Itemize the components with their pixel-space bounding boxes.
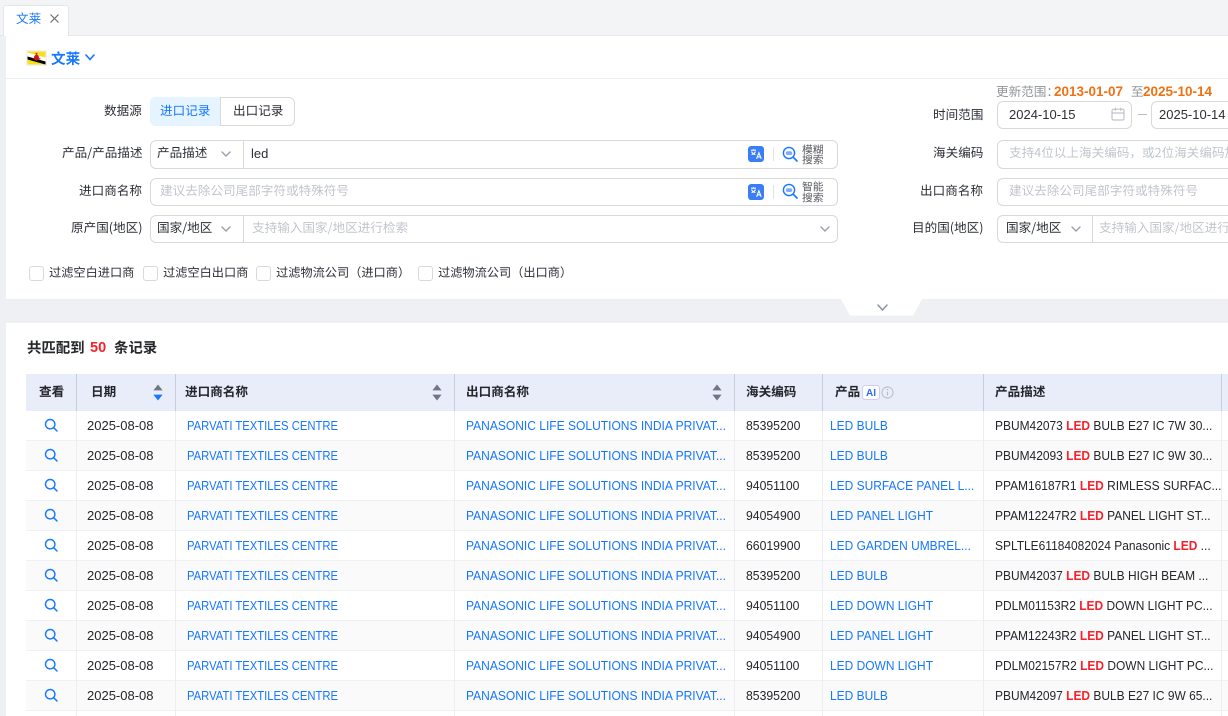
svg-text:AI: AI (866, 388, 876, 399)
